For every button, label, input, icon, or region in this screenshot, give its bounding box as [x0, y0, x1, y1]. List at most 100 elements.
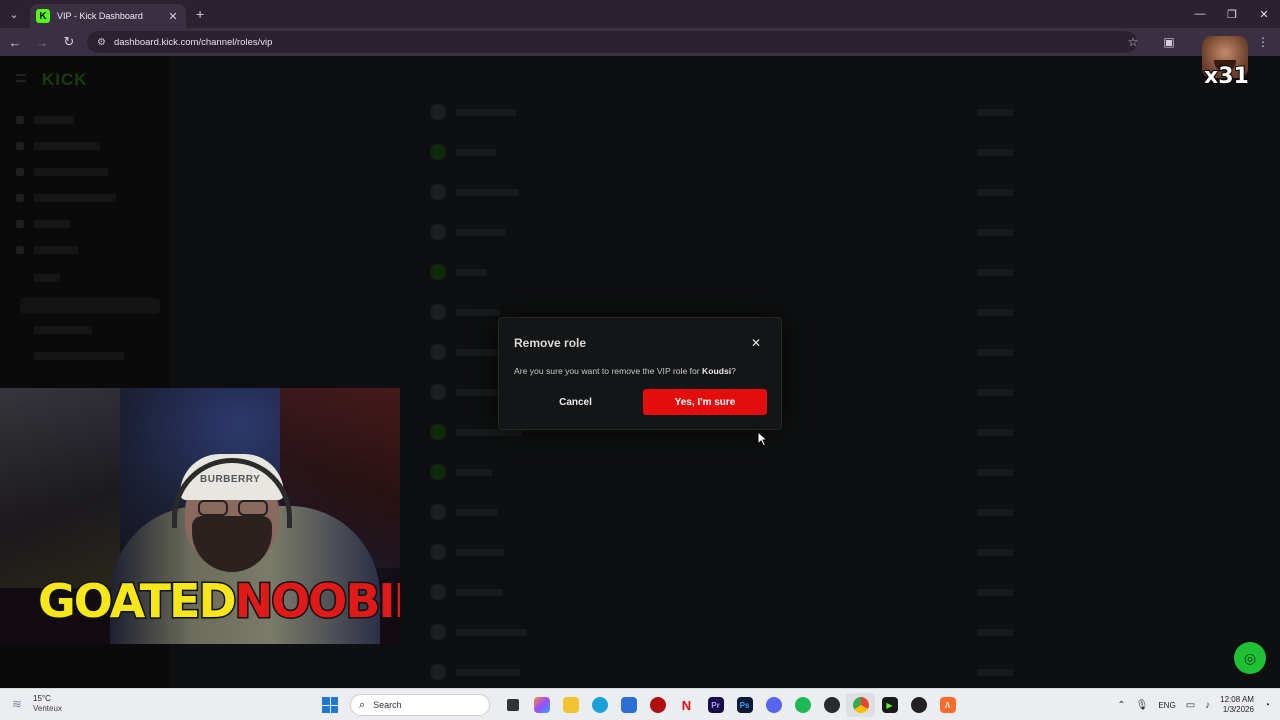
reload-icon[interactable]: ↻ [57, 30, 81, 54]
row-action-blurred[interactable] [977, 428, 1013, 436]
avatar [430, 224, 446, 240]
edge-icon[interactable] [585, 693, 614, 717]
photoshop-icon[interactable]: Ps [730, 693, 759, 717]
kick-logo: KICK [42, 70, 88, 89]
browser-menu-dots-icon[interactable]: ⋮ [1252, 31, 1274, 53]
row-action-blurred[interactable] [977, 188, 1013, 196]
sidebar-item-icon [16, 168, 24, 176]
search-placeholder: Search [373, 700, 402, 710]
sidebar-item-blurred[interactable] [34, 352, 124, 360]
premiere-icon[interactable]: Pr [701, 693, 730, 717]
sidebar-item-icon [16, 116, 24, 124]
row-action-blurred[interactable] [977, 108, 1013, 116]
tab-search-icon[interactable]: ⌄ [4, 4, 24, 24]
webcam-background [0, 388, 120, 588]
row-username-blurred [456, 228, 506, 236]
table-row [422, 172, 1027, 212]
sidebar-item-blurred[interactable] [34, 246, 78, 254]
table-row [422, 452, 1027, 492]
glasses-graphic [198, 500, 268, 516]
tab-close-icon[interactable]: ✕ [166, 10, 180, 23]
avatar [430, 464, 446, 480]
spotify-icon[interactable] [788, 693, 817, 717]
forward-arrow-icon[interactable]: → [30, 30, 54, 54]
dialog-message-suffix: ? [731, 366, 736, 376]
window-close-icon[interactable]: ✕ [1248, 0, 1280, 28]
app-green-play-icon[interactable]: ▶ [875, 693, 904, 717]
extensions-puzzle-icon[interactable]: ▣ [1158, 31, 1180, 53]
copilot-icon[interactable] [527, 693, 556, 717]
discord-icon[interactable] [759, 693, 788, 717]
taskbar-clock[interactable]: 12:08 AM 1/3/2026 [1220, 695, 1254, 715]
emote-combo-count: x31 [1203, 63, 1250, 90]
dialog-close-icon[interactable]: ✕ [751, 337, 761, 349]
obs-icon[interactable] [817, 693, 846, 717]
table-row [422, 132, 1027, 172]
sidebar-item-blurred[interactable] [34, 168, 108, 176]
row-action-blurred[interactable] [977, 348, 1013, 356]
tray-overflow-chevron-icon[interactable]: ⌃ [1117, 700, 1125, 711]
row-username-blurred [456, 508, 498, 516]
row-username-blurred [456, 588, 502, 596]
row-action-blurred[interactable] [977, 668, 1013, 676]
row-action-blurred[interactable] [977, 268, 1013, 276]
taskbar-search[interactable]: ⌕ Search [350, 694, 490, 716]
volume-icon[interactable]: ♪ [1205, 700, 1210, 711]
weather-widget[interactable]: ≋ 15°C Venteux [12, 694, 62, 714]
table-row [422, 652, 1027, 688]
task-view-icon[interactable] [498, 693, 527, 717]
avatar [430, 304, 446, 320]
clock-time: 12:08 AM [1220, 695, 1254, 704]
row-action-blurred[interactable] [977, 148, 1013, 156]
confirm-remove-button[interactable]: Yes, I'm sure [643, 389, 767, 415]
microphone-icon[interactable]: 🎙 [1136, 700, 1149, 711]
row-action-blurred[interactable] [977, 468, 1013, 476]
sidebar-item-blurred[interactable] [34, 274, 60, 282]
language-indicator[interactable]: ENG [1158, 701, 1175, 710]
avatar [430, 664, 446, 680]
cancel-button[interactable]: Cancel [514, 389, 637, 415]
taskbar-center: ⌕ Search N Pr Ps ▶ Λ [320, 693, 962, 717]
sidebar-item-blurred[interactable] [34, 142, 100, 150]
file-explorer-icon[interactable] [556, 693, 585, 717]
sidebar-item-blurred[interactable] [34, 116, 74, 124]
new-tab-plus-icon[interactable]: + [196, 6, 204, 22]
app-dark-circle-icon[interactable] [904, 693, 933, 717]
channel-name-logo: GOATEDNOOBIE [37, 573, 400, 630]
sidebar-item-blurred[interactable] [34, 194, 116, 202]
network-icon[interactable]: ▭ [1186, 700, 1195, 711]
notifications-icon[interactable]: ◔ [1264, 700, 1270, 711]
bookmark-star-icon[interactable]: ☆ [1122, 31, 1144, 53]
store-icon[interactable] [614, 693, 643, 717]
table-row [422, 532, 1027, 572]
back-arrow-icon[interactable]: ← [3, 30, 27, 54]
app-orange-icon[interactable]: Λ [933, 693, 962, 717]
row-action-blurred[interactable] [977, 308, 1013, 316]
minimize-icon[interactable]: — [1184, 0, 1216, 28]
table-row [422, 572, 1027, 612]
row-action-blurred[interactable] [977, 588, 1013, 596]
windows-start-icon[interactable] [320, 695, 340, 715]
hamburger-icon[interactable] [16, 74, 26, 82]
site-info-icon[interactable]: ⚙ [97, 37, 106, 48]
row-action-blurred[interactable] [977, 388, 1013, 396]
tab-vip-dashboard[interactable]: K VIP - Kick Dashboard ✕ [30, 4, 186, 28]
netflix-icon[interactable]: N [672, 693, 701, 717]
sidebar-item-blurred[interactable] [34, 326, 92, 334]
row-action-blurred[interactable] [977, 628, 1013, 636]
row-action-blurred[interactable] [977, 508, 1013, 516]
restore-icon[interactable]: ❐ [1216, 0, 1248, 28]
table-row [422, 492, 1027, 532]
sidebar-item-blurred[interactable] [34, 220, 70, 228]
support-chat-button[interactable]: ◎ [1234, 642, 1266, 674]
address-bar[interactable]: ⚙ dashboard.kick.com/channel/roles/vip [87, 31, 1137, 53]
row-username-blurred [456, 148, 496, 156]
app-red-circle-icon[interactable] [643, 693, 672, 717]
chrome-icon[interactable] [846, 693, 875, 717]
sidebar-item-active[interactable] [20, 298, 160, 314]
sidebar-item-icon [16, 246, 24, 254]
table-row [422, 92, 1027, 132]
row-action-blurred[interactable] [977, 548, 1013, 556]
url-text: dashboard.kick.com/channel/roles/vip [113, 36, 273, 48]
row-action-blurred[interactable] [977, 228, 1013, 236]
